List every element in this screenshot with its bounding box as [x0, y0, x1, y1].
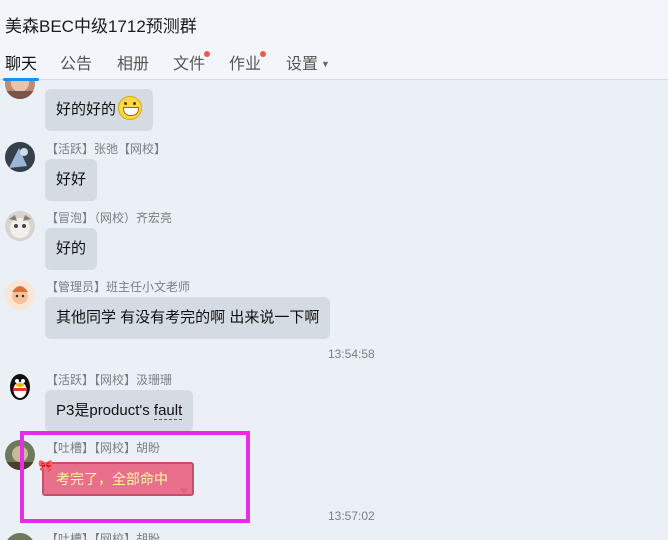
message-bubble[interactable]: 好的: [45, 228, 98, 270]
timestamp: 13:57:02: [328, 509, 375, 523]
avatar[interactable]: [5, 81, 35, 99]
notification-dot: [260, 51, 266, 57]
tab-album[interactable]: 相册: [117, 50, 149, 80]
sender-name[interactable]: 【活跃】【网校】汲珊珊: [46, 371, 172, 388]
user-photo-icon: [5, 81, 35, 99]
tab-files[interactable]: 文件: [173, 50, 210, 80]
user-photo-icon: [9, 148, 28, 168]
tab-chat[interactable]: 聊天: [2, 50, 40, 81]
chevron-down-icon: ▼: [321, 59, 330, 69]
tab-homework[interactable]: 作业: [229, 50, 266, 80]
user-photo-icon: [9, 215, 31, 238]
avatar[interactable]: [5, 211, 35, 241]
sender-name[interactable]: 【冒泡】（网校）齐宏亮: [46, 209, 172, 226]
tab-announcements[interactable]: 公告: [60, 50, 92, 80]
spellcheck-word[interactable]: fault: [153, 402, 183, 420]
avatar[interactable]: [5, 280, 35, 310]
title-bar: 美森BEC中级1712预测群: [0, 0, 668, 44]
avatar[interactable]: [5, 371, 35, 401]
message-bubble[interactable]: P3是product's fault: [45, 390, 194, 432]
sender-name[interactable]: 【管理员】班主任小文老师: [46, 278, 190, 295]
message-bubble[interactable]: 好好: [45, 159, 98, 201]
message-bubble[interactable]: 好的好的: [45, 89, 154, 131]
user-photo-icon: [12, 286, 28, 304]
notification-dot: [204, 51, 210, 57]
message-bubble[interactable]: 其他同学 有没有考完的啊 出来说一下啊: [45, 297, 331, 339]
window-title: 美森BEC中级1712预测群: [5, 17, 197, 36]
sender-name[interactable]: 【吐槽】【网校】胡盼: [46, 530, 160, 540]
tab-bar: 聊天 公告 相册 文件 作业 设置 ▼: [0, 44, 668, 81]
sender-name[interactable]: 【活跃】张弛【网校】: [46, 140, 166, 157]
avatar[interactable]: [5, 533, 35, 540]
penguin-icon: [10, 374, 30, 400]
highlight-box: [20, 431, 250, 523]
avatar[interactable]: [5, 142, 35, 172]
tab-settings[interactable]: 设置 ▼: [286, 50, 330, 80]
timestamp: 13:54:58: [328, 347, 375, 361]
chat-area[interactable]: 好的好的 【活跃】张弛【网校】 好好 【冒泡】（网校）齐宏亮 好的 【管理员】班…: [0, 81, 668, 540]
grin-emoji-icon: [118, 96, 143, 120]
